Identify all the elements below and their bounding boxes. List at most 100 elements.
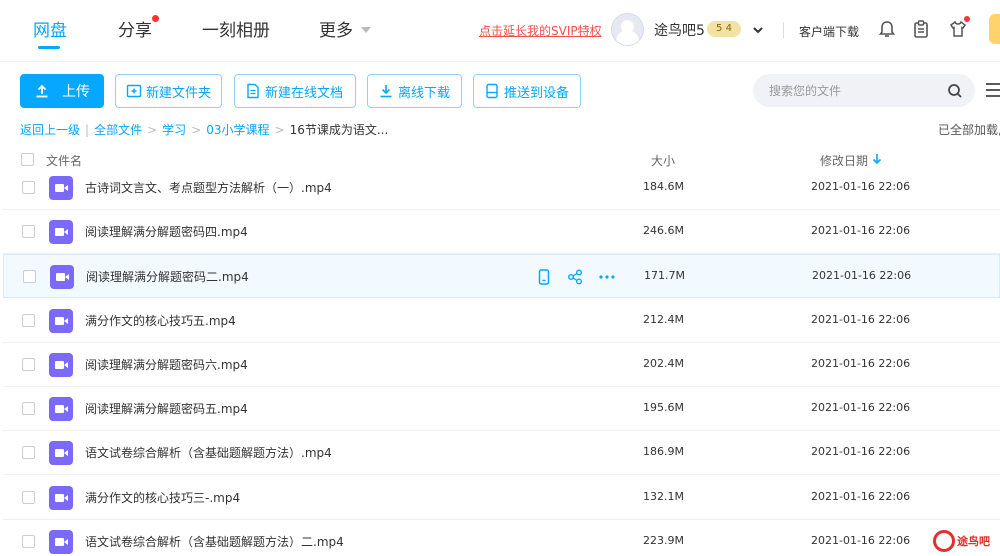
offline-download-label: 离线下载 — [398, 85, 451, 101]
client-download-link[interactable]: 客户端下载 — [799, 23, 859, 40]
breadcrumb-separator: > — [191, 123, 202, 137]
row-checkbox[interactable] — [22, 491, 35, 504]
row-checkbox[interactable] — [22, 225, 35, 238]
search-box — [753, 74, 975, 107]
search-input[interactable] — [767, 74, 937, 107]
file-modified: 2021-01-16 22:06 — [811, 490, 911, 503]
menu-icon[interactable] — [986, 82, 1000, 98]
sort-desc-arrow-icon[interactable] — [872, 153, 882, 165]
video-file-icon — [49, 397, 73, 421]
file-size: 202.4M — [643, 357, 684, 370]
file-name[interactable]: 阅读理解满分解题密码五.mp4 — [85, 400, 248, 417]
skin-notification-dot — [964, 16, 970, 22]
shirt-icon[interactable] — [948, 19, 968, 39]
tab-more[interactable]: 更多 — [319, 16, 353, 41]
share-icon[interactable] — [566, 268, 584, 286]
clipboard-icon[interactable] — [911, 19, 931, 39]
file-modified: 2021-01-16 22:06 — [811, 357, 911, 370]
table-row[interactable]: 阅读理解满分解题密码四.mp4 246.6M 2021-01-16 22:06 — [3, 210, 1000, 254]
row-checkbox[interactable] — [22, 402, 35, 415]
row-checkbox[interactable] — [22, 181, 35, 194]
breadcrumb-back-link[interactable]: 返回上一级 — [20, 123, 80, 137]
row-checkbox[interactable] — [22, 314, 35, 327]
breadcrumb-item-all-files[interactable]: 全部文件 — [94, 123, 142, 137]
tab-share[interactable]: 分享 — [118, 16, 152, 41]
file-modified: 2021-01-16 22:06 — [811, 445, 911, 458]
table-row[interactable]: 满分作文的核心技巧五.mp4 212.4M 2021-01-16 22:06 — [3, 299, 1000, 343]
upload-icon — [36, 84, 48, 98]
upload-label: 上传 — [62, 84, 90, 100]
tab-album[interactable]: 一刻相册 — [202, 16, 270, 41]
breadcrumb-separator: > — [147, 123, 158, 137]
push-to-device-button[interactable]: 推送到设备 — [473, 74, 581, 108]
new-online-doc-label: 新建在线文档 — [265, 85, 344, 101]
file-modified: 2021-01-16 22:06 — [811, 224, 911, 237]
table-row[interactable]: 语文试卷综合解析（含基础题解题方法）二.mp4 223.9M 2021-01-1… — [3, 520, 1000, 556]
file-modified: 2021-01-16 22:06 — [811, 180, 911, 193]
push-to-device-label: 推送到设备 — [504, 85, 570, 101]
video-file-icon — [49, 309, 73, 333]
file-size: 186.9M — [643, 445, 684, 458]
row-checkbox[interactable] — [22, 535, 35, 548]
file-modified: 2021-01-16 22:06 — [811, 401, 911, 414]
file-name[interactable]: 满分作文的核心技巧三-.mp4 — [85, 489, 240, 506]
load-status: 已全部加载, — [938, 123, 1000, 137]
level-badge: 5 4 — [707, 21, 741, 37]
file-name[interactable]: 语文试卷综合解析（含基础题解题方法）.mp4 — [85, 444, 332, 461]
upload-button[interactable]: 上传 — [20, 74, 104, 108]
svip-renew-link[interactable]: 点击延长我的SVIP特权 — [479, 22, 602, 39]
file-name[interactable]: 阅读理解满分解题密码二.mp4 — [86, 268, 249, 285]
share-notification-dot — [152, 15, 159, 22]
table-row[interactable]: 语文试卷综合解析（含基础题解题方法）.mp4 186.9M 2021-01-16… — [3, 431, 1000, 475]
top-nav-bar: 网盘 分享 一刻相册 更多 点击延长我的SVIP特权 途鸟吧5 5 4 客户端下… — [0, 0, 1000, 62]
breadcrumb-current: 16节课成为语文... — [289, 123, 389, 137]
file-list: 古诗词文言文、考点题型方法解析（一）.mp4 184.6M 2021-01-16… — [0, 166, 1000, 556]
new-online-doc-button[interactable]: 新建在线文档 — [234, 74, 356, 108]
file-size: 132.1M — [643, 490, 684, 503]
file-name[interactable]: 语文试卷综合解析（含基础题解题方法）二.mp4 — [85, 533, 344, 550]
file-name[interactable]: 满分作文的核心技巧五.mp4 — [85, 312, 236, 329]
offline-download-button[interactable]: 离线下载 — [367, 74, 462, 108]
breadcrumb: 返回上一级 | 全部文件 > 学习 >03小学课程 >16节课成为语文... — [20, 121, 388, 138]
username[interactable]: 途鸟吧5 — [654, 20, 705, 40]
table-row[interactable]: 阅读理解满分解题密码五.mp4 195.6M 2021-01-16 22:06 — [3, 387, 1000, 431]
new-folder-button[interactable]: 新建文件夹 — [115, 74, 222, 108]
file-name[interactable]: 阅读理解满分解题密码四.mp4 — [85, 223, 248, 240]
download-icon — [380, 85, 392, 98]
file-name[interactable]: 阅读理解满分解题密码六.mp4 — [85, 356, 248, 373]
folder-plus-icon — [126, 84, 142, 98]
row-checkbox[interactable] — [22, 446, 35, 459]
table-row[interactable]: 阅读理解满分解题密码二.mp4 171.7M 2021-01-16 22:06 — [3, 254, 1000, 298]
file-size: 223.9M — [643, 534, 684, 547]
file-modified: 2021-01-16 22:06 — [811, 534, 911, 547]
tab-netdisk[interactable]: 网盘 — [33, 16, 67, 41]
avatar[interactable] — [611, 13, 644, 46]
chevron-down-icon[interactable] — [361, 27, 371, 33]
bell-icon[interactable] — [877, 19, 897, 39]
table-row[interactable]: 满分作文的核心技巧三-.mp4 132.1M 2021-01-16 22:06 — [3, 476, 1000, 520]
chevron-down-icon[interactable] — [752, 24, 764, 36]
active-tab-indicator — [38, 46, 60, 49]
device-icon — [486, 83, 498, 99]
table-row[interactable]: 阅读理解满分解题密码六.mp4 202.4M 2021-01-16 22:06 — [3, 343, 1000, 387]
table-row[interactable]: 古诗词文言文、考点题型方法解析（一）.mp4 184.6M 2021-01-16… — [3, 166, 1000, 210]
file-name[interactable]: 古诗词文言文、考点题型方法解析（一）.mp4 — [85, 179, 332, 196]
partial-avatar[interactable] — [989, 14, 1000, 44]
select-all-checkbox[interactable] — [21, 153, 34, 166]
breadcrumb-item-study[interactable]: 学习 — [162, 123, 186, 137]
breadcrumb-separator: > — [274, 123, 285, 137]
row-checkbox[interactable] — [22, 358, 35, 371]
video-file-icon — [49, 353, 73, 377]
video-file-icon — [49, 220, 73, 244]
video-file-icon — [49, 176, 73, 200]
row-checkbox[interactable] — [23, 270, 36, 283]
breadcrumb-item-primary[interactable]: 03小学课程 — [206, 123, 269, 137]
watermark-logo-icon — [933, 530, 955, 552]
push-to-phone-icon[interactable] — [535, 268, 553, 286]
file-size: 171.7M — [644, 269, 685, 282]
video-file-icon — [49, 530, 73, 554]
more-options-icon[interactable] — [598, 268, 616, 286]
document-icon — [247, 83, 259, 99]
search-icon[interactable] — [947, 83, 963, 99]
file-size: 195.6M — [643, 401, 684, 414]
